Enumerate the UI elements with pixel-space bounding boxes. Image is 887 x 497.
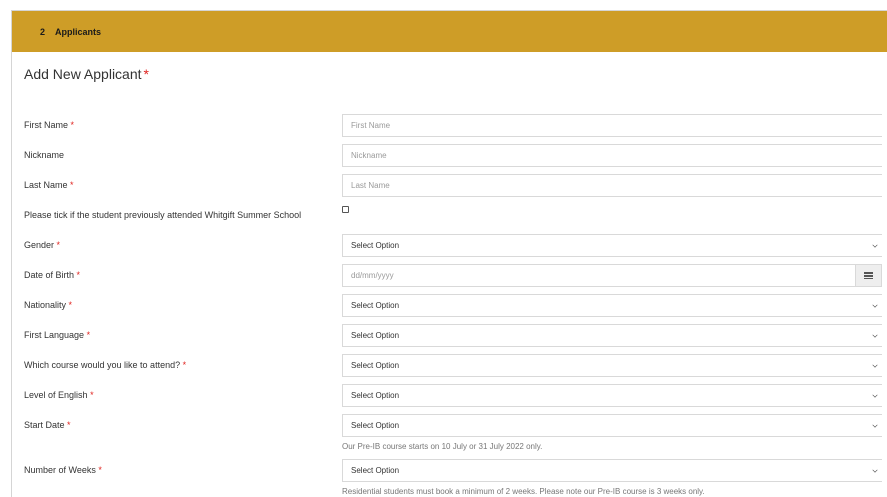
nickname-input[interactable]: Nickname <box>342 144 882 167</box>
gender-label-text: Gender <box>24 240 55 250</box>
first-name-input[interactable]: First Name <box>342 114 882 137</box>
chevron-down-icon <box>872 467 878 473</box>
dob-label: Date of Birth * <box>24 270 324 280</box>
first-language-label: First Language * <box>24 330 324 340</box>
required-mark: * <box>76 270 81 280</box>
required-mark: * <box>70 180 74 190</box>
form-title-text: Add New Applicant <box>24 66 142 82</box>
english-level-label: Level of English * <box>24 390 324 400</box>
weeks-label: Number of Weeks * <box>24 465 324 475</box>
section-number: 2 <box>40 26 46 37</box>
gender-selected-value: Select Option <box>351 241 400 250</box>
weeks-selected-value: Select Option <box>351 466 400 475</box>
previous-attendance-label-text: Please tick if the student previously at… <box>24 210 302 220</box>
english-level-select[interactable]: Select Option <box>342 384 882 407</box>
required-mark: * <box>86 330 91 340</box>
nickname-label-text: Nickname <box>24 150 65 160</box>
section-title: Applicants <box>55 26 102 37</box>
nationality-selected-value: Select Option <box>351 301 400 310</box>
weeks-select[interactable]: Select Option <box>342 459 882 482</box>
last-name-input[interactable]: Last Name <box>342 174 882 197</box>
previous-attendance-checkbox[interactable] <box>342 206 349 213</box>
required-mark: * <box>182 360 187 370</box>
last-name-label-text: Last Name <box>24 180 68 190</box>
chevron-down-icon <box>872 332 878 338</box>
chevron-down-icon <box>872 242 878 248</box>
chevron-down-icon <box>872 302 878 308</box>
required-mark: * <box>70 120 75 130</box>
required-mark: * <box>56 240 61 250</box>
weeks-label-text: Number of Weeks <box>24 465 96 475</box>
course-select[interactable]: Select Option <box>342 354 882 377</box>
start-date-label-text: Start Date <box>24 420 65 430</box>
required-mark: * <box>143 66 149 82</box>
english-level-selected-value: Select Option <box>351 391 400 400</box>
dob-placeholder: dd/mm/yyyy <box>351 271 394 280</box>
section-header: 2 Applicants <box>12 11 887 52</box>
gender-label: Gender * <box>24 240 324 250</box>
dob-label-text: Date of Birth <box>24 270 75 280</box>
form-title: Add New Applicant * <box>24 66 149 82</box>
start-date-selected-value: Select Option <box>351 421 400 430</box>
calendar-button[interactable] <box>855 264 882 287</box>
first-language-selected-value: Select Option <box>351 331 400 340</box>
gender-select[interactable]: Select Option <box>342 234 882 257</box>
nationality-label-text: Nationality <box>24 300 67 310</box>
first-language-label-text: First Language <box>24 330 85 340</box>
start-date-help: Our Pre-IB course starts on 10 July or 3… <box>342 442 543 451</box>
first-name-placeholder: First Name <box>351 121 391 130</box>
english-level-label-text: Level of English <box>24 390 88 400</box>
nationality-select[interactable]: Select Option <box>342 294 882 317</box>
nationality-label: Nationality * <box>24 300 324 310</box>
start-date-label: Start Date * <box>24 420 324 430</box>
nickname-label: Nickname <box>24 150 324 160</box>
chevron-down-icon <box>872 422 878 428</box>
required-mark: * <box>98 465 102 475</box>
chevron-down-icon <box>872 392 878 398</box>
weeks-help: Residential students must book a minimum… <box>342 487 705 496</box>
previous-attendance-label: Please tick if the student previously at… <box>24 210 314 220</box>
required-mark: * <box>68 300 73 310</box>
first-name-label: First Name * <box>24 120 324 130</box>
first-language-select[interactable]: Select Option <box>342 324 882 347</box>
required-mark: * <box>90 390 94 400</box>
required-mark: * <box>67 420 71 430</box>
last-name-placeholder: Last Name <box>351 181 390 190</box>
start-date-select[interactable]: Select Option <box>342 414 882 437</box>
course-selected-value: Select Option <box>351 361 400 370</box>
first-name-label-text: First Name <box>24 120 69 130</box>
chevron-down-icon <box>872 362 878 368</box>
course-label: Which course would you like to attend? * <box>24 360 324 370</box>
course-label-text: Which course would you like to attend? <box>24 360 181 370</box>
nickname-placeholder: Nickname <box>351 151 387 160</box>
last-name-label: Last Name * <box>24 180 324 190</box>
dob-input[interactable]: dd/mm/yyyy <box>342 264 882 287</box>
calendar-icon <box>864 271 873 280</box>
